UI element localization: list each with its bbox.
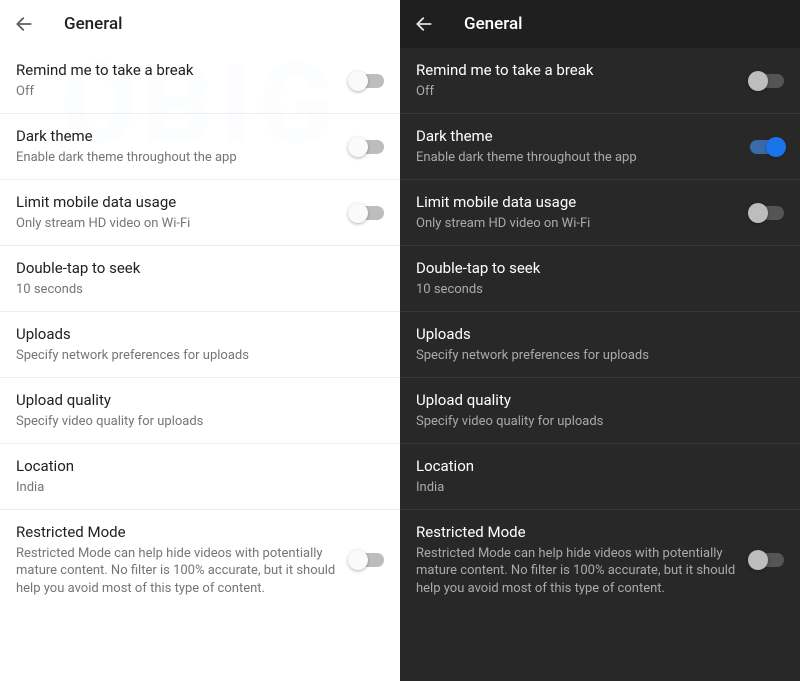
- settings-list: Remind me to take a break Off Dark theme…: [400, 48, 800, 681]
- setting-upload-quality[interactable]: Upload quality Specify video quality for…: [0, 377, 400, 443]
- page-title: General: [464, 14, 522, 34]
- setting-title: Uploads: [416, 325, 772, 345]
- setting-title: Restricted Mode: [416, 523, 738, 543]
- setting-title: Dark theme: [416, 127, 738, 147]
- app-bar: General: [0, 0, 400, 48]
- setting-subtitle: India: [16, 479, 372, 497]
- toggle-limit-data[interactable]: [750, 206, 784, 220]
- setting-subtitle: Specify network preferences for uploads: [16, 347, 372, 365]
- setting-title: Location: [16, 457, 372, 477]
- toggle-remind-break[interactable]: [350, 74, 384, 88]
- page-title: General: [64, 14, 122, 34]
- setting-subtitle: Restricted Mode can help hide videos wit…: [16, 545, 338, 598]
- toggle-restricted-mode[interactable]: [350, 553, 384, 567]
- setting-subtitle: Specify network preferences for uploads: [416, 347, 772, 365]
- setting-subtitle: Only stream HD video on Wi-Fi: [16, 215, 338, 233]
- setting-location[interactable]: Location India: [0, 443, 400, 509]
- setting-subtitle: Enable dark theme throughout the app: [16, 149, 338, 167]
- setting-restricted-mode[interactable]: Restricted Mode Restricted Mode can help…: [0, 509, 400, 610]
- settings-pane-light: OBIG General Remind me to take a break O…: [0, 0, 400, 681]
- setting-subtitle: Specify video quality for uploads: [416, 413, 772, 431]
- setting-subtitle: Only stream HD video on Wi-Fi: [416, 215, 738, 233]
- setting-title: Double-tap to seek: [16, 259, 372, 279]
- setting-subtitle: Off: [416, 83, 738, 101]
- setting-title: Upload quality: [416, 391, 772, 411]
- setting-title: Location: [416, 457, 772, 477]
- setting-location[interactable]: Location India: [400, 443, 800, 509]
- toggle-remind-break[interactable]: [750, 74, 784, 88]
- setting-title: Double-tap to seek: [416, 259, 772, 279]
- setting-uploads[interactable]: Uploads Specify network preferences for …: [0, 311, 400, 377]
- setting-subtitle: India: [416, 479, 772, 497]
- setting-title: Limit mobile data usage: [16, 193, 338, 213]
- setting-subtitle: Restricted Mode can help hide videos wit…: [416, 545, 738, 598]
- setting-limit-data[interactable]: Limit mobile data usage Only stream HD v…: [0, 179, 400, 245]
- setting-remind-break[interactable]: Remind me to take a break Off: [0, 48, 400, 113]
- toggle-limit-data[interactable]: [350, 206, 384, 220]
- setting-title: Uploads: [16, 325, 372, 345]
- setting-subtitle: Enable dark theme throughout the app: [416, 149, 738, 167]
- setting-subtitle: 10 seconds: [416, 281, 772, 299]
- toggle-restricted-mode[interactable]: [750, 553, 784, 567]
- setting-limit-data[interactable]: Limit mobile data usage Only stream HD v…: [400, 179, 800, 245]
- setting-subtitle: 10 seconds: [16, 281, 372, 299]
- setting-restricted-mode[interactable]: Restricted Mode Restricted Mode can help…: [400, 509, 800, 610]
- setting-remind-break[interactable]: Remind me to take a break Off: [400, 48, 800, 113]
- setting-title: Remind me to take a break: [16, 61, 338, 81]
- setting-dark-theme[interactable]: Dark theme Enable dark theme throughout …: [0, 113, 400, 179]
- back-arrow-icon[interactable]: [12, 12, 36, 36]
- setting-uploads[interactable]: Uploads Specify network preferences for …: [400, 311, 800, 377]
- settings-list: Remind me to take a break Off Dark theme…: [0, 48, 400, 681]
- setting-dark-theme[interactable]: Dark theme Enable dark theme throughout …: [400, 113, 800, 179]
- toggle-dark-theme[interactable]: [350, 140, 384, 154]
- setting-title: Restricted Mode: [16, 523, 338, 543]
- settings-pane-dark: General Remind me to take a break Off Da…: [400, 0, 800, 681]
- setting-double-tap[interactable]: Double-tap to seek 10 seconds: [400, 245, 800, 311]
- setting-subtitle: Specify video quality for uploads: [16, 413, 372, 431]
- setting-double-tap[interactable]: Double-tap to seek 10 seconds: [0, 245, 400, 311]
- toggle-dark-theme[interactable]: [750, 140, 784, 154]
- app-bar: General: [400, 0, 800, 48]
- setting-title: Dark theme: [16, 127, 338, 147]
- back-arrow-icon[interactable]: [412, 12, 436, 36]
- setting-upload-quality[interactable]: Upload quality Specify video quality for…: [400, 377, 800, 443]
- setting-title: Remind me to take a break: [416, 61, 738, 81]
- setting-subtitle: Off: [16, 83, 338, 101]
- setting-title: Limit mobile data usage: [416, 193, 738, 213]
- setting-title: Upload quality: [16, 391, 372, 411]
